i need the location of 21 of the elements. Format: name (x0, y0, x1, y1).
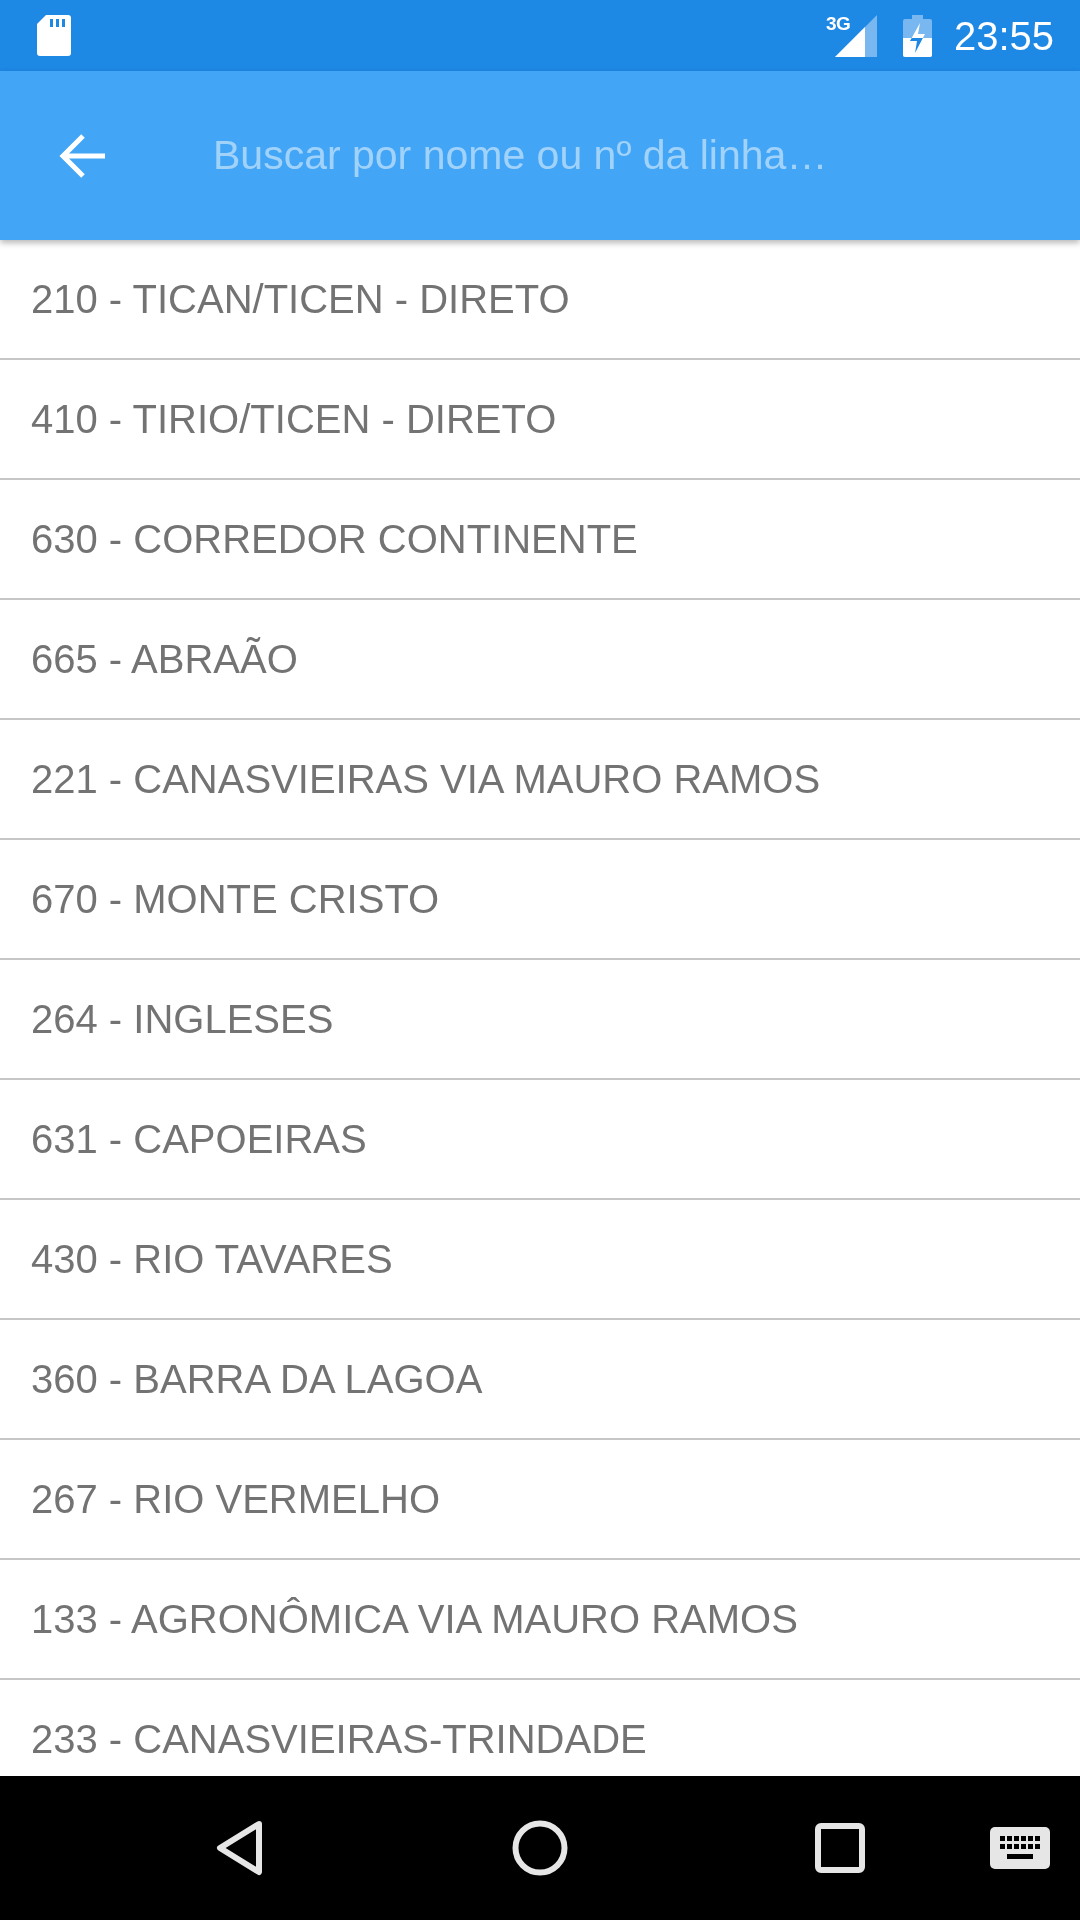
bus-line-item[interactable]: 665 - ABRAÃO (0, 600, 1080, 720)
bus-line-item[interactable]: 410 - TIRIO/TICEN - DIRETO (0, 360, 1080, 480)
bus-line-item[interactable]: 264 - INGLESES (0, 960, 1080, 1080)
clock-time: 23:55 (953, 12, 1054, 59)
bus-line-item[interactable]: 631 - CAPOEIRAS (0, 1080, 1080, 1200)
bus-line-item[interactable]: 630 - CORREDOR CONTINENTE (0, 480, 1080, 600)
battery-charging-icon (902, 14, 932, 57)
bus-line-item[interactable]: 221 - CANASVIEIRAS VIA MAURO RAMOS (0, 720, 1080, 840)
bus-line-item[interactable]: 430 - RIO TAVARES (0, 1200, 1080, 1320)
bus-line-item[interactable]: 360 - BARRA DA LAGOA (0, 1320, 1080, 1440)
bus-line-item[interactable]: 267 - RIO VERMELHO (0, 1440, 1080, 1560)
circle-home-icon (512, 1820, 568, 1876)
keyboard-icon (990, 1827, 1050, 1869)
triangle-back-icon (215, 1820, 265, 1876)
bus-line-item[interactable]: 210 - TICAN/TICEN - DIRETO (0, 240, 1080, 360)
bus-line-item[interactable]: 133 - AGRONÔMICA VIA MAURO RAMOS (0, 1560, 1080, 1680)
square-recents-icon (815, 1823, 865, 1873)
sd-card-icon (37, 15, 71, 56)
bus-line-item[interactable]: 670 - MONTE CRISTO (0, 840, 1080, 960)
network-type-label: 3G (825, 13, 851, 34)
arrow-left-icon (59, 131, 107, 180)
